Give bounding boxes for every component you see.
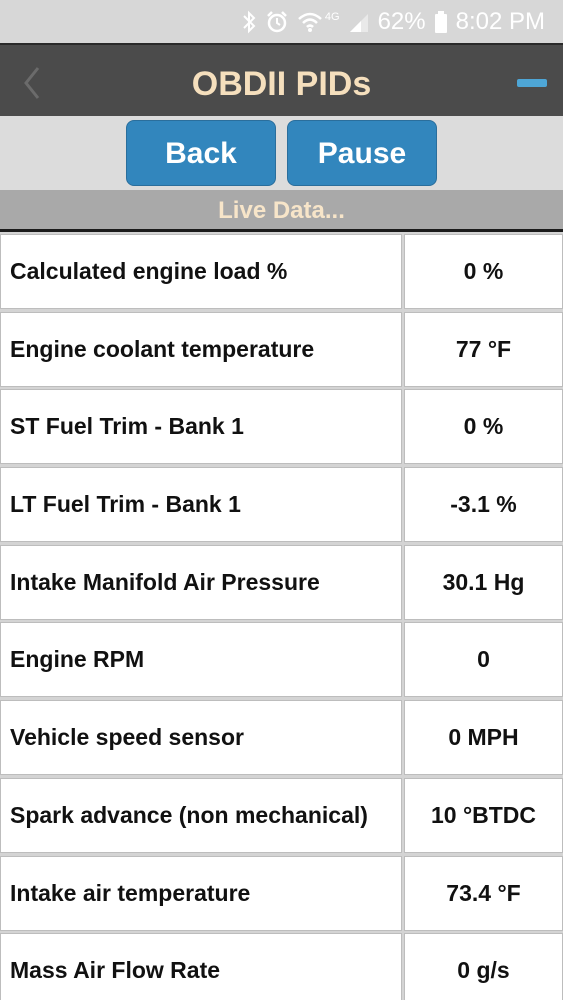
table-row[interactable]: LT Fuel Trim - Bank 1 -3.1 %	[0, 465, 563, 543]
pid-name: Engine RPM	[0, 622, 402, 698]
table-row[interactable]: Intake Manifold Air Pressure 30.1 Hg	[0, 543, 563, 621]
table-row[interactable]: Calculated engine load % 0 %	[0, 232, 563, 310]
pid-name: LT Fuel Trim - Bank 1	[0, 467, 402, 543]
signal-icon	[349, 13, 368, 32]
toolbar: Back Pause	[0, 116, 563, 190]
table-row[interactable]: Engine RPM 0	[0, 620, 563, 698]
status-icons: 4G 62% 8:02 PM	[241, 0, 545, 43]
wifi-icon	[298, 12, 322, 32]
pid-value: 0 %	[404, 389, 563, 465]
table-row[interactable]: Spark advance (non mechanical) 10 °BTDC	[0, 776, 563, 854]
pid-value: 0	[404, 622, 563, 698]
alarm-icon	[266, 10, 287, 32]
status-bar: 4G 62% 8:02 PM	[0, 0, 563, 43]
pid-value: 30.1 Hg	[404, 544, 563, 620]
pid-name: Spark advance (non mechanical)	[0, 777, 402, 853]
table-row[interactable]: Vehicle speed sensor 0 MPH	[0, 698, 563, 776]
pid-value: 0 %	[404, 234, 563, 309]
pid-table: Calculated engine load % 0 % Engine cool…	[0, 232, 563, 1000]
bluetooth-icon	[243, 10, 256, 33]
pid-value: 0 MPH	[404, 700, 563, 776]
network-type-label: 4G	[324, 10, 340, 23]
battery-icon	[434, 10, 447, 33]
live-data-header: Live Data...	[0, 190, 563, 232]
table-row[interactable]: ST Fuel Trim - Bank 1 0 %	[0, 387, 563, 465]
table-row[interactable]: Mass Air Flow Rate 0 g/s	[0, 931, 563, 1000]
pid-value: 77 °F	[404, 311, 563, 387]
pid-value: 10 °BTDC	[404, 777, 563, 853]
pid-name: Mass Air Flow Rate	[0, 933, 402, 1000]
table-row[interactable]: Intake air temperature 73.4 °F	[0, 854, 563, 932]
pid-name: Vehicle speed sensor	[0, 700, 402, 776]
table-row[interactable]: Engine coolant temperature 77 °F	[0, 310, 563, 388]
clock-time: 8:02 PM	[455, 7, 545, 35]
pid-name: Calculated engine load %	[0, 234, 402, 309]
page-title: OBDII PIDs	[191, 65, 372, 103]
pid-name: Intake Manifold Air Pressure	[0, 544, 402, 620]
pid-name: ST Fuel Trim - Bank 1	[0, 389, 402, 465]
app-bar: OBDII PIDs	[0, 43, 563, 116]
battery-percent: 62%	[377, 7, 426, 35]
back-button[interactable]: Back	[126, 120, 276, 186]
pid-name: Intake air temperature	[0, 855, 402, 931]
pid-value: -3.1 %	[404, 467, 563, 543]
minus-icon[interactable]	[517, 79, 547, 87]
pid-name: Engine coolant temperature	[0, 311, 402, 387]
pid-value: 73.4 °F	[404, 855, 563, 931]
pid-value: 0 g/s	[404, 933, 563, 1000]
pause-button[interactable]: Pause	[287, 120, 437, 186]
